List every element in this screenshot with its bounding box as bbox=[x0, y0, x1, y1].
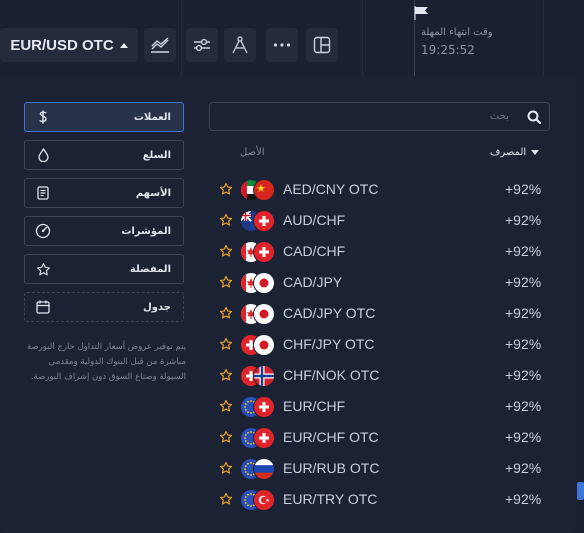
caret-up-icon bbox=[119, 42, 128, 48]
finish-flag-icon bbox=[414, 6, 428, 20]
asset-payout: +92% bbox=[505, 491, 542, 507]
currency-flags-icon bbox=[240, 179, 275, 201]
indicators-button[interactable] bbox=[186, 28, 218, 62]
category-label: جدول bbox=[143, 301, 171, 313]
asset-name: CAD/JPY bbox=[283, 274, 343, 290]
asset-payout: +92% bbox=[505, 336, 542, 352]
asset-row[interactable]: CHF/JPY OTC +92% bbox=[210, 329, 560, 360]
asset-payout: +92% bbox=[505, 243, 542, 259]
dollar-icon bbox=[35, 109, 51, 125]
drop-icon bbox=[35, 147, 51, 163]
favorite-star-icon[interactable] bbox=[219, 213, 233, 227]
asset-name: CHF/NOK OTC bbox=[283, 367, 380, 383]
asset-row[interactable]: CAD/JPY +92% bbox=[210, 267, 560, 298]
currency-flags-icon bbox=[240, 365, 275, 387]
chart-type-icon bbox=[151, 37, 169, 53]
layout-button[interactable] bbox=[306, 28, 338, 62]
category-schedule[interactable]: جدول bbox=[24, 292, 184, 322]
category-stocks[interactable]: الأسهم bbox=[24, 178, 184, 208]
gauge-icon bbox=[35, 223, 51, 239]
favorite-star-icon[interactable] bbox=[219, 461, 233, 475]
currency-flags-icon bbox=[240, 241, 275, 263]
asset-name: CAD/JPY OTC bbox=[283, 305, 376, 321]
asset-payout: +92% bbox=[505, 274, 542, 290]
favorite-star-icon[interactable] bbox=[219, 399, 233, 413]
category-commodities[interactable]: السلع bbox=[24, 140, 184, 170]
currency-flags-icon bbox=[240, 303, 275, 325]
drawing-icon bbox=[232, 36, 248, 54]
asset-row[interactable]: CHF/NOK OTC +92% bbox=[210, 360, 560, 391]
category-favorites[interactable]: المفضلة bbox=[24, 254, 184, 284]
asset-name: CHF/JPY OTC bbox=[283, 336, 375, 352]
asset-name: AUD/CHF bbox=[283, 212, 346, 228]
asset-row[interactable]: AUD/CHF +92% bbox=[210, 205, 560, 236]
caret-down-icon bbox=[531, 150, 540, 155]
favorite-star-icon[interactable] bbox=[219, 306, 233, 320]
drawing-tools-button[interactable] bbox=[224, 28, 256, 62]
asset-row[interactable]: EUR/RUB OTC +92% bbox=[210, 453, 560, 484]
calendar-icon bbox=[35, 299, 51, 315]
asset-name: CAD/CHF bbox=[283, 243, 346, 259]
star-icon bbox=[35, 261, 51, 277]
deadline-time: 19:25:52 bbox=[421, 43, 475, 57]
chart-type-button[interactable] bbox=[144, 28, 176, 62]
category-label: العملات bbox=[133, 111, 171, 123]
currency-flags-icon bbox=[240, 458, 275, 480]
indicators-icon bbox=[194, 38, 210, 52]
asset-payout: +92% bbox=[505, 212, 542, 228]
asset-payout: +92% bbox=[505, 181, 542, 197]
layout-icon bbox=[313, 36, 331, 54]
asset-selector-label: EUR/USD OTC bbox=[10, 36, 114, 54]
asset-payout: +92% bbox=[505, 398, 542, 414]
asset-name: EUR/CHF bbox=[283, 398, 346, 414]
asset-payout: +92% bbox=[505, 305, 542, 321]
favorite-star-icon[interactable] bbox=[219, 430, 233, 444]
asset-row[interactable]: CAD/JPY OTC +92% bbox=[210, 298, 560, 329]
asset-name: AED/CNY OTC bbox=[283, 181, 379, 197]
column-header-asset[interactable]: الأصل bbox=[240, 147, 265, 158]
favorite-star-icon[interactable] bbox=[219, 182, 233, 196]
deadline-label: وقت انتهاء المهلة bbox=[421, 27, 493, 38]
currency-flags-icon bbox=[240, 272, 275, 294]
asset-row[interactable]: EUR/CHF +92% bbox=[210, 391, 560, 422]
search-input[interactable] bbox=[220, 111, 509, 122]
scrollbar-thumb[interactable] bbox=[577, 482, 584, 500]
favorite-star-icon[interactable] bbox=[219, 492, 233, 506]
asset-row[interactable]: AED/CNY OTC +92% bbox=[210, 174, 560, 205]
more-icon bbox=[273, 43, 291, 47]
search-icon[interactable] bbox=[527, 110, 541, 124]
document-icon bbox=[35, 185, 51, 201]
category-label: الأسهم bbox=[135, 187, 171, 199]
asset-payout: +92% bbox=[505, 367, 542, 383]
more-button[interactable] bbox=[266, 28, 298, 62]
category-label: السلع bbox=[142, 149, 171, 161]
currency-flags-icon bbox=[240, 210, 275, 232]
currency-flags-icon bbox=[240, 334, 275, 356]
payout-header-label: المصرف bbox=[490, 147, 527, 158]
column-header-payout[interactable]: المصرف bbox=[490, 147, 540, 158]
currency-flags-icon bbox=[240, 427, 275, 449]
asset-name: EUR/TRY OTC bbox=[283, 491, 378, 507]
currency-flags-icon bbox=[240, 489, 275, 511]
category-label: المؤشرات bbox=[121, 225, 171, 237]
favorite-star-icon[interactable] bbox=[219, 244, 233, 258]
category-indices[interactable]: المؤشرات bbox=[24, 216, 184, 246]
asset-payout: +92% bbox=[505, 429, 542, 445]
search-box bbox=[209, 102, 550, 131]
favorite-star-icon[interactable] bbox=[219, 337, 233, 351]
asset-row[interactable]: CAD/CHF +92% bbox=[210, 236, 560, 267]
currency-flags-icon bbox=[240, 396, 275, 418]
category-currencies[interactable]: العملات bbox=[24, 102, 184, 132]
asset-payout: +92% bbox=[505, 460, 542, 476]
asset-row[interactable]: EUR/TRY OTC +92% bbox=[210, 484, 560, 515]
asset-name: EUR/CHF OTC bbox=[283, 429, 379, 445]
otc-description: يتم توفير عروض أسعار التداول خارج البورص… bbox=[26, 342, 186, 382]
category-label: المفضلة bbox=[129, 263, 171, 275]
favorite-star-icon[interactable] bbox=[219, 368, 233, 382]
asset-selector-button[interactable]: EUR/USD OTC bbox=[0, 28, 138, 62]
favorite-star-icon[interactable] bbox=[219, 275, 233, 289]
asset-row[interactable]: EUR/CHF OTC +92% bbox=[210, 422, 560, 453]
asset-name: EUR/RUB OTC bbox=[283, 460, 380, 476]
